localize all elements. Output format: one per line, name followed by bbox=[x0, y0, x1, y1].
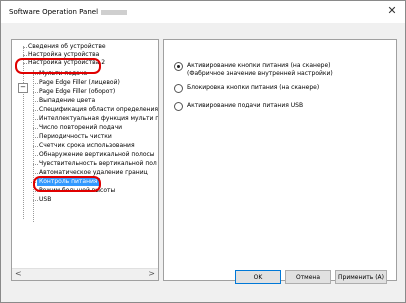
option-label: Активирование подачи питания USB bbox=[187, 102, 304, 109]
tree-item-dropout-color[interactable]: Выпадение цвета bbox=[32, 97, 95, 105]
highlight-ring-device-settings-2 bbox=[15, 58, 101, 74]
software-operation-panel-window: Software Operation Panel ✕ − Сведения об… bbox=[0, 0, 406, 303]
tree-item-life-counter[interactable]: Счетчик срока использования bbox=[33, 142, 135, 150]
power-control-panel: Активирование кнопки питания (на сканере… bbox=[163, 39, 397, 281]
tree-item-detection-area[interactable]: Спецификация области определения н bbox=[33, 106, 158, 114]
option-lock-power-button[interactable]: Блокировка кнопки питания (на сканере) bbox=[174, 84, 319, 93]
scroll-right-icon[interactable]: > bbox=[148, 269, 155, 278]
ok-button[interactable]: OK bbox=[235, 270, 281, 284]
option-label: Активирование кнопки питания (на сканере… bbox=[187, 62, 333, 78]
blurred-title-suffix bbox=[101, 9, 128, 15]
tree-item-pick-retry[interactable]: Число повторений подачи bbox=[32, 124, 122, 132]
tree-item-usb[interactable]: USB bbox=[32, 196, 51, 204]
option-label-line2: (Фабричное значение внутренней настройки… bbox=[187, 70, 333, 77]
title-bar: Software Operation Panel ✕ bbox=[1, 1, 405, 23]
tree-item-page-edge-filler-back[interactable]: Page Edge Filler (оборот) bbox=[32, 88, 115, 96]
scroll-left-icon[interactable]: < bbox=[15, 269, 22, 278]
tree-item-vertical-streak[interactable]: Обнаружение вертикальной полосы bbox=[33, 151, 155, 159]
apply-button[interactable]: Применить (A) bbox=[335, 270, 387, 284]
window-title: Software Operation Panel bbox=[9, 8, 128, 16]
close-icon[interactable]: ✕ bbox=[385, 4, 399, 18]
cancel-button[interactable]: Отмена bbox=[285, 270, 331, 284]
settings-tree[interactable]: − Сведения об устройстве Настройка устро… bbox=[11, 39, 159, 281]
collapse-icon[interactable]: − bbox=[18, 83, 28, 93]
radio-icon[interactable] bbox=[174, 84, 183, 93]
tree-item-page-edge-filler-front[interactable]: Page Edge Filler (лицевой) bbox=[33, 79, 120, 87]
tree-item-intelligent-multifeed[interactable]: Интеллектуальная функция мульти п bbox=[32, 115, 158, 123]
option-enable-power-button[interactable]: Активирование кнопки питания (на сканере… bbox=[174, 62, 333, 78]
option-label-line1: Активирование кнопки питания (на сканере… bbox=[187, 62, 331, 69]
tree-item-cleaning-cycle[interactable]: Периодичность чистки bbox=[33, 133, 112, 141]
radio-icon[interactable] bbox=[174, 102, 183, 111]
highlight-ring-power-control bbox=[33, 176, 101, 192]
tree-item-device-info[interactable]: Сведения об устройстве bbox=[23, 43, 106, 51]
radio-checked-icon[interactable] bbox=[174, 62, 183, 71]
horizontal-scrollbar[interactable]: < > bbox=[12, 268, 158, 280]
dialog-content: − Сведения об устройстве Настройка устро… bbox=[1, 23, 405, 302]
option-label: Блокировка кнопки питания (на сканере) bbox=[187, 84, 320, 91]
tree-item-vertical-streak-sensitivity[interactable]: Чувствительность вертикальной пол bbox=[33, 160, 157, 168]
option-usb-power[interactable]: Активирование подачи питания USB bbox=[174, 102, 303, 111]
